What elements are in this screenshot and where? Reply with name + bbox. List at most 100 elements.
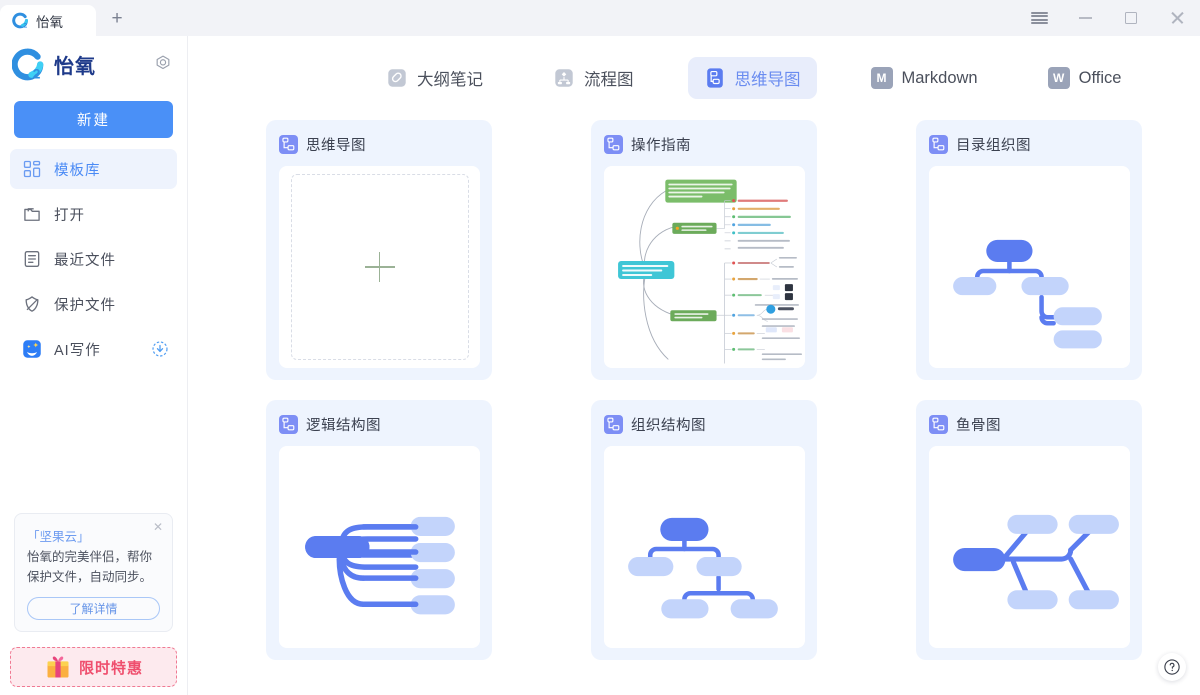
- sidebar-item-template-library[interactable]: 模板库: [10, 149, 177, 189]
- limited-time-offer-button[interactable]: 限时特惠: [10, 647, 177, 687]
- mindmap-icon: [706, 68, 723, 88]
- card-preview[interactable]: [279, 166, 480, 368]
- card-preview[interactable]: [279, 446, 480, 648]
- card-preview[interactable]: [929, 446, 1130, 648]
- mindmap-icon: [929, 414, 948, 434]
- card-preview[interactable]: [929, 166, 1130, 368]
- tab-label: Markdown: [901, 68, 978, 87]
- office-glyph: W: [1052, 71, 1065, 85]
- fishbone-chart: [929, 446, 1130, 648]
- mindmap-glyph-icon: [932, 417, 945, 430]
- card-header: 逻辑结构图: [279, 412, 480, 436]
- mindmap-icon: [279, 134, 298, 154]
- app-window: 2 怡氧 + 2 怡氧 新建 模板库 打开 最近文件 保护文件 AI写作 ✕ 「…: [0, 0, 1200, 695]
- template-card-fishbone[interactable]: 鱼骨图: [916, 400, 1142, 660]
- tab-label: 思维导图: [734, 71, 801, 89]
- org-structure-chart: [604, 446, 805, 648]
- sidebar-item-open[interactable]: 打开: [10, 194, 177, 234]
- new-document-label: 新建: [77, 113, 110, 129]
- app-logo-icon: 2: [12, 12, 28, 29]
- sidebar-item-label: AI写作: [54, 342, 101, 359]
- gear-icon[interactable]: [153, 54, 173, 74]
- sidebar: 2 怡氧 新建 模板库 打开 最近文件 保护文件 AI写作 ✕ 「坚果云」 怡氧…: [0, 36, 188, 695]
- category-tabs: 大纲笔记 流程图 思维导图 M Markdown W Office: [188, 36, 1200, 120]
- card-preview[interactable]: [604, 166, 805, 368]
- new-tab-button[interactable]: +: [100, 3, 134, 34]
- sidebar-nav: 模板库 打开 最近文件 保护文件 AI写作: [0, 149, 187, 374]
- card-title: 逻辑结构图: [306, 417, 381, 434]
- promo-title: 「坚果云」: [27, 530, 90, 545]
- help-circle-icon: [1164, 659, 1180, 675]
- new-document-button[interactable]: 新建: [14, 101, 173, 138]
- flowchart-icon: [555, 69, 573, 87]
- app-body: 2 怡氧 新建 模板库 打开 最近文件 保护文件 AI写作 ✕ 「坚果云」 怡氧…: [0, 36, 1200, 695]
- tab-label: Office: [1078, 68, 1122, 87]
- tab-markdown[interactable]: M Markdown: [855, 57, 994, 99]
- sidebar-item-label: 模板库: [54, 162, 101, 179]
- title-bar: 2 怡氧 +: [0, 0, 1200, 36]
- sidebar-item-label: 最近文件: [54, 252, 116, 269]
- svg-text:2: 2: [33, 65, 41, 80]
- promo-button-label: 了解详情: [69, 602, 118, 616]
- tab-mindmap[interactable]: 思维导图: [687, 57, 817, 99]
- sidebar-item-protect-files[interactable]: 保护文件: [10, 284, 177, 324]
- card-header: 思维导图: [279, 132, 480, 156]
- recent-document-icon: [24, 251, 40, 268]
- svg-text:2: 2: [23, 22, 27, 29]
- template-grid-icon: [23, 160, 41, 178]
- promo-text: 怡氧的完美伴侣，帮你保护文件，自动同步。: [27, 550, 153, 584]
- window-tab[interactable]: 2 怡氧: [0, 5, 96, 36]
- markdown-icon: M: [870, 67, 893, 89]
- guide-mindmap-preview: [604, 166, 805, 368]
- template-card-logic-structure[interactable]: 逻辑结构图: [266, 400, 492, 660]
- promo-card: ✕ 「坚果云」 怡氧的完美伴侣，帮你保护文件，自动同步。 了解详情: [14, 513, 173, 632]
- template-card-directory-org[interactable]: 目录组织图: [916, 120, 1142, 380]
- mindmap-glyph-icon: [607, 417, 620, 430]
- promo-close-icon[interactable]: ✕: [153, 521, 163, 533]
- card-title: 操作指南: [631, 137, 691, 154]
- tab-label: 大纲笔记: [417, 71, 483, 89]
- mindmap-icon: [604, 414, 623, 434]
- office-icon: W: [1047, 67, 1070, 89]
- card-title: 思维导图: [306, 137, 366, 154]
- outline-note-icon: [388, 69, 406, 87]
- promo-learn-more-button[interactable]: 了解详情: [27, 597, 160, 620]
- close-button[interactable]: [1154, 0, 1200, 36]
- main-content: 大纲笔记 流程图 思维导图 M Markdown W Office 思维导图 操…: [188, 36, 1200, 695]
- help-button[interactable]: [1158, 653, 1186, 681]
- tab-outline-note[interactable]: 大纲笔记: [370, 57, 499, 99]
- directory-org-chart: [929, 166, 1130, 368]
- template-card-mindmap[interactable]: 思维导图: [266, 120, 492, 380]
- hamburger-menu-button[interactable]: [1016, 0, 1062, 36]
- mindmap-glyph-icon: [282, 417, 295, 430]
- mindmap-glyph-icon: [932, 137, 945, 150]
- maximize-button[interactable]: [1108, 0, 1154, 36]
- close-icon: [1170, 11, 1184, 25]
- card-title: 组织结构图: [631, 417, 706, 434]
- mindmap-icon: [929, 134, 948, 154]
- card-preview[interactable]: [604, 446, 805, 648]
- mindmap-glyph-icon: [607, 137, 620, 150]
- template-card-org-structure[interactable]: 组织结构图: [591, 400, 817, 660]
- ai-writing-icon: [23, 340, 41, 358]
- tab-office[interactable]: W Office: [1032, 57, 1138, 99]
- tab-label: 流程图: [584, 71, 634, 89]
- plus-icon: [364, 252, 395, 282]
- logic-structure-chart: [279, 446, 480, 648]
- sidebar-item-recent-files[interactable]: 最近文件: [10, 239, 177, 279]
- card-title: 鱼骨图: [956, 417, 1001, 434]
- template-card-guide[interactable]: 操作指南: [591, 120, 817, 380]
- brand-name: 怡氧: [54, 55, 96, 78]
- tab-flowchart[interactable]: 流程图: [537, 57, 650, 99]
- mindmap-icon: [604, 134, 623, 154]
- folder-open-icon: [24, 208, 40, 221]
- markdown-glyph: M: [876, 71, 887, 85]
- card-header: 目录组织图: [929, 132, 1130, 156]
- minimize-button[interactable]: [1062, 0, 1108, 36]
- template-grid: 思维导图 操作指南 目录组织图 逻辑结构图 组织结构图 鱼骨图: [188, 120, 1200, 695]
- sidebar-item-ai-writing[interactable]: AI写作: [10, 329, 177, 369]
- card-header: 操作指南: [604, 132, 805, 156]
- card-title: 目录组织图: [956, 137, 1031, 154]
- create-new-placeholder[interactable]: [290, 174, 469, 360]
- download-circle-icon[interactable]: [151, 340, 169, 358]
